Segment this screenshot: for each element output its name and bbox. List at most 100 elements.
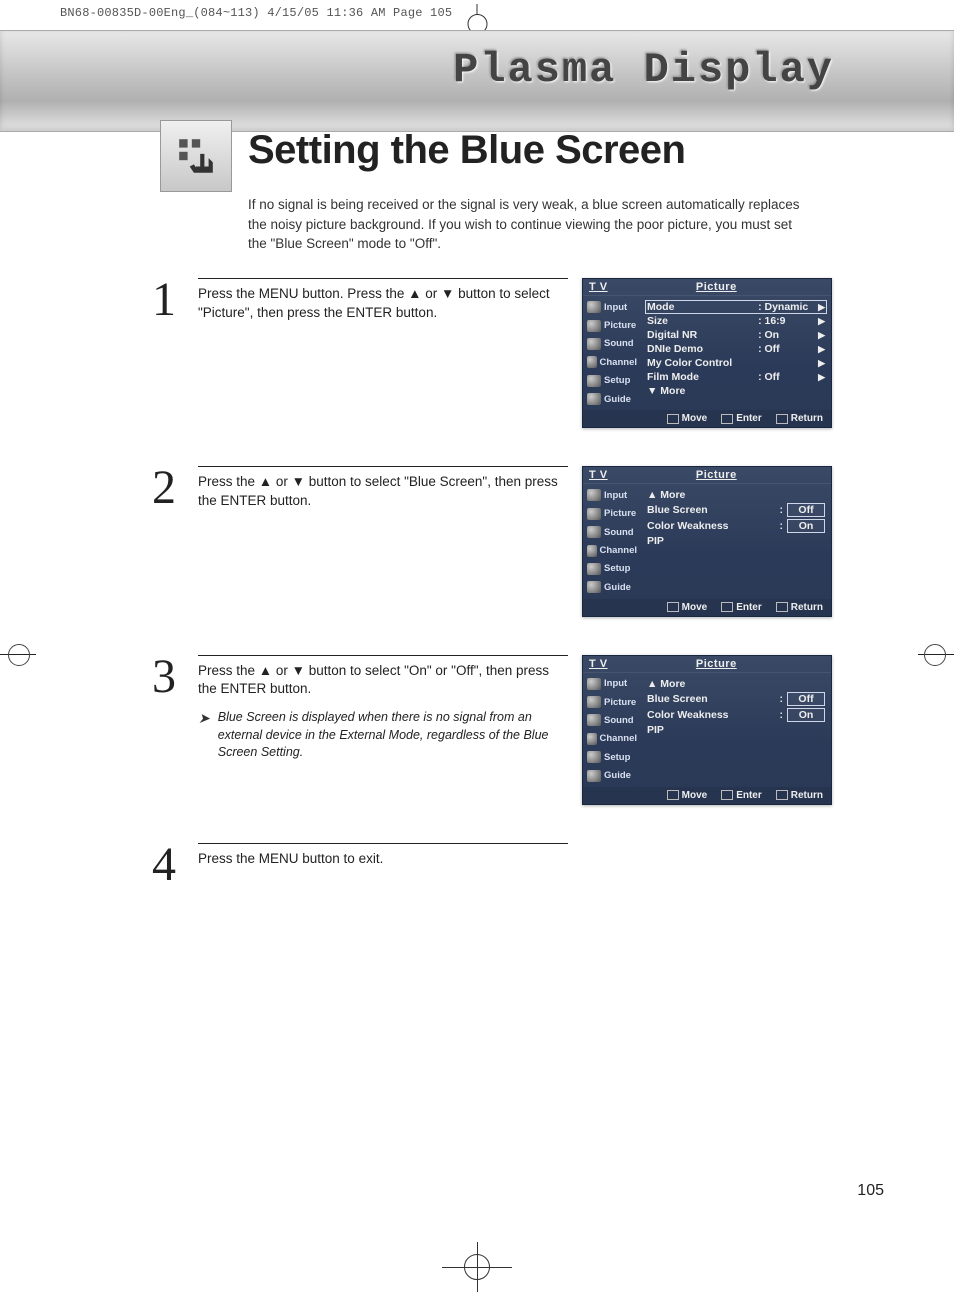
chevron-right-icon: ▶ bbox=[818, 372, 825, 383]
osd-row-label: ▼ More bbox=[647, 385, 757, 397]
osd-sidebar-icon bbox=[587, 375, 601, 387]
osd-sidebar-icon bbox=[587, 581, 601, 593]
osd-sidebar-label: Picture bbox=[604, 697, 636, 708]
osd-title: Picture bbox=[608, 658, 825, 670]
osd-row-label: Color Weakness bbox=[647, 709, 776, 721]
osd-sidebar-label: Sound bbox=[604, 338, 634, 349]
osd-colon: : bbox=[780, 520, 784, 532]
registration-mark-bottom bbox=[464, 1254, 490, 1280]
osd-sidebar-item: Channel bbox=[585, 541, 639, 559]
osd-row-label: Blue Screen bbox=[647, 504, 776, 516]
osd-row-label: PIP bbox=[647, 535, 757, 547]
osd-row-label: DNIe Demo bbox=[647, 343, 750, 355]
osd-sidebar-item: Picture bbox=[585, 693, 639, 711]
osd-main: ▲ MoreBlue Screen:OffColor Weakness:OnPI… bbox=[639, 484, 831, 598]
osd-row: Mode: Dynamic▶ bbox=[645, 300, 827, 314]
page-number: 105 bbox=[857, 1182, 884, 1200]
osd-footer: MoveEnterReturn bbox=[583, 599, 831, 616]
osd-row-label: Color Weakness bbox=[647, 520, 776, 532]
osd-sidebar-item: Guide bbox=[585, 578, 639, 596]
osd-row-label: ▲ More bbox=[647, 489, 757, 501]
osd-sidebar-item: Channel bbox=[585, 353, 639, 371]
section-icon bbox=[160, 120, 232, 192]
osd-sidebar-label: Channel bbox=[600, 357, 637, 368]
step-body: Press the MENU button. Press the ▲ or ▼ … bbox=[198, 278, 568, 428]
osd-row: Digital NR: On▶ bbox=[645, 328, 827, 342]
note-text: Blue Screen is displayed when there is n… bbox=[218, 709, 568, 762]
osd-sidebar-item: Sound bbox=[585, 335, 639, 353]
osd-sidebar-icon bbox=[587, 393, 601, 405]
step-body: Press the ▲ or ▼ button to select "Blue … bbox=[198, 466, 568, 616]
osd-row-label: My Color Control bbox=[647, 357, 750, 369]
step-text: Press the MENU button. Press the ▲ or ▼ … bbox=[198, 286, 550, 320]
osd-row-label: Size bbox=[647, 315, 750, 327]
step-text: Press the ▲ or ▼ button to select "Blue … bbox=[198, 474, 558, 508]
osd-sidebar-item: Sound bbox=[585, 523, 639, 541]
osd-sidebar-item: Sound bbox=[585, 711, 639, 729]
osd-header: T VPicture bbox=[583, 656, 831, 673]
osd-sidebar-item: Picture bbox=[585, 316, 639, 334]
osd-hint: Enter bbox=[721, 602, 762, 613]
osd-colon: : bbox=[780, 504, 784, 516]
osd-hint: Enter bbox=[721, 413, 762, 424]
osd-sidebar-icon bbox=[587, 563, 601, 575]
osd-hint: Move bbox=[667, 413, 708, 424]
osd-footer: MoveEnterReturn bbox=[583, 787, 831, 804]
osd-hint: Return bbox=[776, 790, 823, 801]
osd-sidebar-label: Guide bbox=[604, 770, 631, 781]
osd-tv-label: T V bbox=[589, 658, 608, 670]
osd-row: PIP bbox=[645, 534, 827, 548]
osd-sidebar-icon bbox=[587, 526, 601, 538]
osd-row: Blue Screen:Off bbox=[645, 691, 827, 707]
osd-sidebar-icon bbox=[587, 508, 601, 520]
crop-mark-right bbox=[924, 644, 954, 666]
osd-colon: : bbox=[780, 709, 784, 721]
osd-value-box: On bbox=[787, 519, 825, 533]
osd-value-box: Off bbox=[787, 503, 825, 517]
osd-sidebar-item: Guide bbox=[585, 390, 639, 408]
osd-sidebar-icon bbox=[587, 489, 601, 501]
manual-page: BN68-00835D-00Eng_(084~113) 4/15/05 11:3… bbox=[0, 0, 954, 1310]
osd-sidebar-label: Input bbox=[604, 490, 627, 501]
osd-sidebar-item: Setup bbox=[585, 372, 639, 390]
osd-sidebar-item: Guide bbox=[585, 766, 639, 784]
step-text: Press the ▲ or ▼ button to select "On" o… bbox=[198, 663, 549, 697]
chevron-right-icon: ▶ bbox=[818, 330, 825, 341]
osd-main: ▲ MoreBlue Screen:OffColor Weakness:OnPI… bbox=[639, 673, 831, 787]
hand-touch-icon bbox=[175, 135, 217, 177]
osd-tv-label: T V bbox=[589, 281, 608, 293]
osd-value-box: On bbox=[787, 708, 825, 722]
osd-row: My Color Control▶ bbox=[645, 356, 827, 370]
osd-panel: T VPicture InputPictureSoundChannelSetup… bbox=[582, 466, 832, 616]
osd-row-label: Blue Screen bbox=[647, 693, 776, 705]
osd-row: Color Weakness:On bbox=[645, 518, 827, 534]
osd-sidebar-icon bbox=[587, 714, 601, 726]
step-text: Press the MENU button to exit. bbox=[198, 851, 383, 866]
osd-row: ▲ More bbox=[645, 488, 827, 502]
brand-title: Plasma Display bbox=[453, 46, 834, 94]
step: 3 Press the ▲ or ▼ button to select "On"… bbox=[152, 655, 832, 805]
osd-row-label: Film Mode bbox=[647, 371, 750, 383]
step: 4 Press the MENU button to exit. bbox=[152, 843, 832, 963]
osd-panel: T VPicture InputPictureSoundChannelSetup… bbox=[582, 655, 832, 805]
osd-hint: Return bbox=[776, 602, 823, 613]
osd-sidebar-label: Input bbox=[604, 302, 627, 313]
osd-row: Size: 16:9▶ bbox=[645, 314, 827, 328]
osd-sidebar-label: Guide bbox=[604, 394, 631, 405]
print-slug: BN68-00835D-00Eng_(084~113) 4/15/05 11:3… bbox=[60, 6, 452, 20]
osd-row: DNIe Demo: Off▶ bbox=[645, 342, 827, 356]
osd-sidebar-icon bbox=[587, 338, 601, 350]
step-number: 1 bbox=[152, 278, 188, 428]
step-body: Press the ▲ or ▼ button to select "On" o… bbox=[198, 655, 568, 805]
osd-sidebar-icon bbox=[587, 545, 597, 557]
osd-title: Picture bbox=[608, 281, 825, 293]
header-band: Plasma Display bbox=[0, 30, 954, 132]
osd-row: ▲ More bbox=[645, 677, 827, 691]
osd-title: Picture bbox=[608, 469, 825, 481]
osd-value: : Off bbox=[754, 371, 814, 383]
osd-value: : On bbox=[754, 329, 814, 341]
step: 2 Press the ▲ or ▼ button to select "Blu… bbox=[152, 466, 832, 616]
osd-value: : Dynamic bbox=[754, 301, 814, 313]
osd-sidebar-icon bbox=[587, 356, 597, 368]
osd-sidebar-icon bbox=[587, 301, 601, 313]
